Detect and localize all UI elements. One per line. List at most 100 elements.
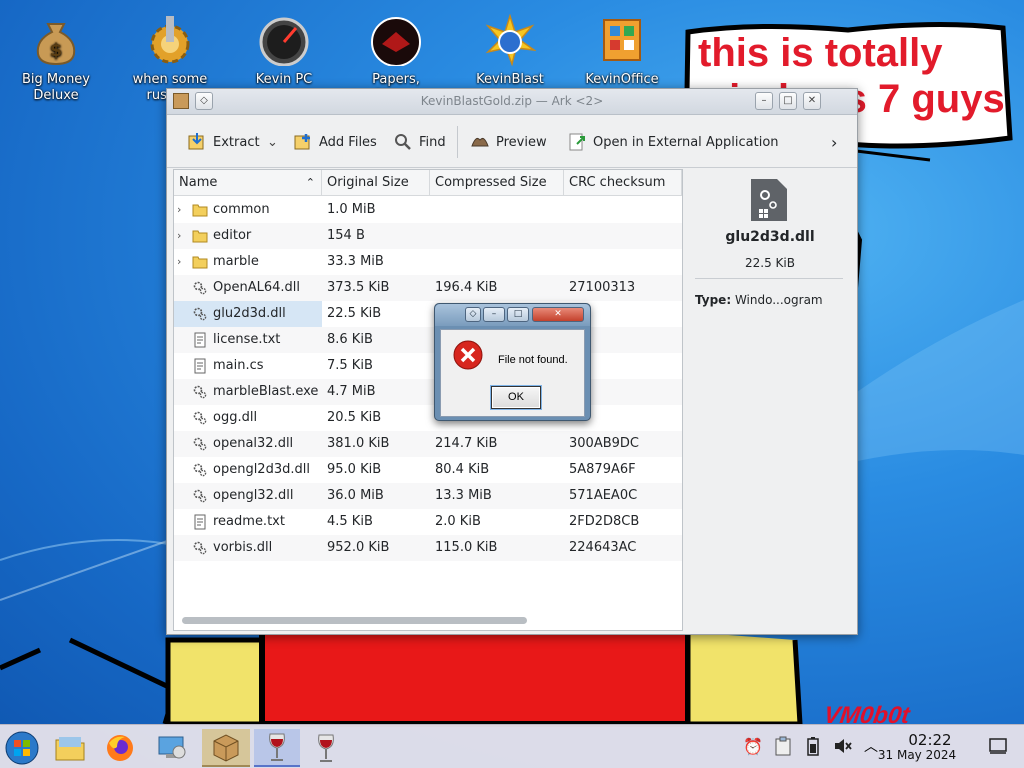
original-size-cell: 8.6 KiB — [327, 332, 373, 347]
clock-date[interactable]: 31 May 2024 — [862, 748, 972, 762]
tray-volume[interactable] — [832, 735, 854, 757]
binary-file-icon — [192, 410, 208, 426]
file-list[interactable]: Name ⌃ Original Size Compressed Size CRC… — [173, 169, 683, 631]
details-panel: glu2d3d.dll 22.5 KiB Type: Windo...ogram — [685, 169, 855, 631]
original-size-cell: 381.0 KiB — [327, 436, 390, 451]
table-row[interactable]: opengl2d3d.dll 95.0 KiB 80.4 KiB 5A879A6F — [174, 457, 682, 483]
chevron-right-icon[interactable]: › — [177, 197, 187, 223]
binary-file-icon — [192, 280, 208, 296]
dialog-maximize-button[interactable]: □ — [507, 307, 529, 322]
chevron-right-icon: › — [831, 132, 838, 152]
close-button[interactable]: ✕ — [803, 92, 821, 110]
file-name: common — [213, 202, 270, 217]
file-list-header: Name ⌃ Original Size Compressed Size CRC… — [174, 170, 682, 196]
desktop-icon-kevinoffice[interactable]: KevinOffice — [576, 8, 668, 88]
start-button[interactable] — [2, 729, 42, 767]
extract-button[interactable]: Extract — [187, 130, 260, 154]
tray-battery[interactable] — [802, 735, 824, 757]
windows-logo-icon — [5, 731, 39, 765]
desktop-icon-kevin-pc[interactable]: Kevin PC — [238, 8, 330, 88]
compressed-size-cell — [435, 197, 560, 223]
original-size-cell: 4.5 KiB — [327, 514, 373, 529]
folder-icon — [192, 254, 208, 270]
taskbar-firefox[interactable] — [100, 729, 140, 767]
table-row[interactable]: glu2d3d.dll 22.5 KiB — [174, 301, 682, 327]
add-files-icon — [294, 134, 310, 150]
crc-cell — [569, 197, 679, 223]
details-type-label: Type: — [695, 293, 732, 307]
name-cell: OpenAL64.dll — [174, 275, 322, 301]
add-files-button[interactable]: Add Files — [293, 130, 377, 154]
column-header-name[interactable]: Name ⌃ — [174, 170, 322, 196]
taskbar-system-settings[interactable] — [152, 729, 192, 767]
table-row[interactable]: › editor 154 B — [174, 223, 682, 249]
table-row[interactable]: marbleBlast.exe 4.7 MiB — [174, 379, 682, 405]
settings-icon — [158, 736, 186, 759]
column-header-original-size[interactable]: Original Size — [322, 170, 430, 196]
error-dialog: ◇ – □ ✕ File not found. OK — [434, 303, 591, 421]
desktop-icon-kevinblast[interactable]: KevinBlast — [464, 8, 556, 88]
column-header-crc[interactable]: CRC checksum — [564, 170, 682, 196]
horizontal-scrollbar[interactable] — [182, 617, 527, 624]
papers-please-icon — [371, 17, 421, 66]
chevron-right-icon[interactable]: › — [177, 249, 187, 275]
taskbar-ark[interactable] — [202, 729, 250, 767]
original-size-cell: 154 B — [327, 228, 365, 243]
open-external-button[interactable]: Open in External Application — [567, 130, 779, 154]
find-button[interactable]: Find — [393, 130, 446, 154]
details-size: 22.5 KiB — [745, 256, 795, 270]
toolbar-overflow-button[interactable]: › — [831, 130, 837, 154]
chevron-right-icon[interactable]: › — [177, 223, 187, 249]
file-name: ogg.dll — [213, 410, 258, 425]
text-file-icon — [192, 332, 208, 348]
original-size-cell: 33.3 MiB — [327, 254, 384, 269]
table-row[interactable]: license.txt 8.6 KiB — [174, 327, 682, 353]
taskbar-wine-active[interactable] — [254, 729, 300, 767]
table-row[interactable]: ogg.dll 20.5 KiB — [174, 405, 682, 431]
file-name: readme.txt — [213, 514, 285, 529]
dialog-titlebar[interactable]: ◇ – □ ✕ — [435, 304, 590, 326]
find-label: Find — [419, 134, 446, 150]
file-name: marbleBlast.exe — [213, 384, 319, 399]
ark-box-icon — [213, 734, 239, 762]
compressed-size-cell: 13.3 MiB — [435, 488, 492, 503]
table-row[interactable]: › common 1.0 MiB — [174, 197, 682, 223]
extract-dropdown-button[interactable]: ⌄ — [267, 130, 278, 154]
dialog-menu-button[interactable]: ◇ — [465, 307, 481, 322]
desktop-icon-big-money[interactable]: $ Big Money Deluxe — [10, 8, 102, 104]
taskbar-wine[interactable] — [306, 729, 346, 767]
file-name: openal32.dll — [213, 436, 294, 451]
details-divider — [695, 278, 843, 279]
crc-cell: 27100313 — [569, 280, 636, 295]
maximize-button[interactable]: □ — [779, 92, 797, 110]
binary-file-icon — [192, 488, 208, 504]
name-cell: main.cs — [174, 353, 322, 379]
file-name: marble — [213, 254, 259, 269]
table-row[interactable]: opengl32.dll 36.0 MiB 13.3 MiB 571AEA0C — [174, 483, 682, 509]
name-cell: › common — [174, 197, 322, 223]
search-icon — [395, 134, 411, 150]
minimize-button[interactable]: – — [755, 92, 773, 110]
clock-time[interactable]: 02:22 — [900, 731, 960, 749]
dialog-minimize-button[interactable]: – — [483, 307, 505, 322]
ark-titlebar[interactable]: ◇ KevinBlastGold.zip — Ark <2> – □ ✕ — [167, 89, 857, 115]
table-row[interactable]: OpenAL64.dll 373.5 KiB 196.4 KiB 27100313 — [174, 275, 682, 301]
table-row[interactable]: openal32.dll 381.0 KiB 214.7 KiB 300AB9DC — [174, 431, 682, 457]
ok-button[interactable]: OK — [491, 386, 541, 409]
table-row[interactable]: main.cs 7.5 KiB — [174, 353, 682, 379]
error-icon — [453, 340, 483, 370]
table-row[interactable]: readme.txt 4.5 KiB 2.0 KiB 2FD2D8CB — [174, 509, 682, 535]
table-row[interactable]: vorbis.dll 952.0 KiB 115.0 KiB 224643AC — [174, 535, 682, 561]
table-row[interactable]: › marble 33.3 MiB — [174, 249, 682, 275]
crc-cell: 300AB9DC — [569, 436, 639, 451]
taskbar-file-manager[interactable] — [50, 729, 90, 767]
crc-cell: 5A879A6F — [569, 462, 636, 477]
details-filename: glu2d3d.dll — [725, 229, 815, 245]
dialog-close-button[interactable]: ✕ — [532, 307, 584, 322]
show-desktop-button[interactable] — [987, 735, 1009, 757]
tray-notifications[interactable]: ⏰ — [742, 735, 764, 757]
tray-clipboard[interactable] — [772, 735, 794, 757]
preview-button[interactable]: Preview — [470, 130, 547, 154]
svg-text:$: $ — [50, 40, 63, 61]
column-header-compressed-size[interactable]: Compressed Size — [430, 170, 564, 196]
